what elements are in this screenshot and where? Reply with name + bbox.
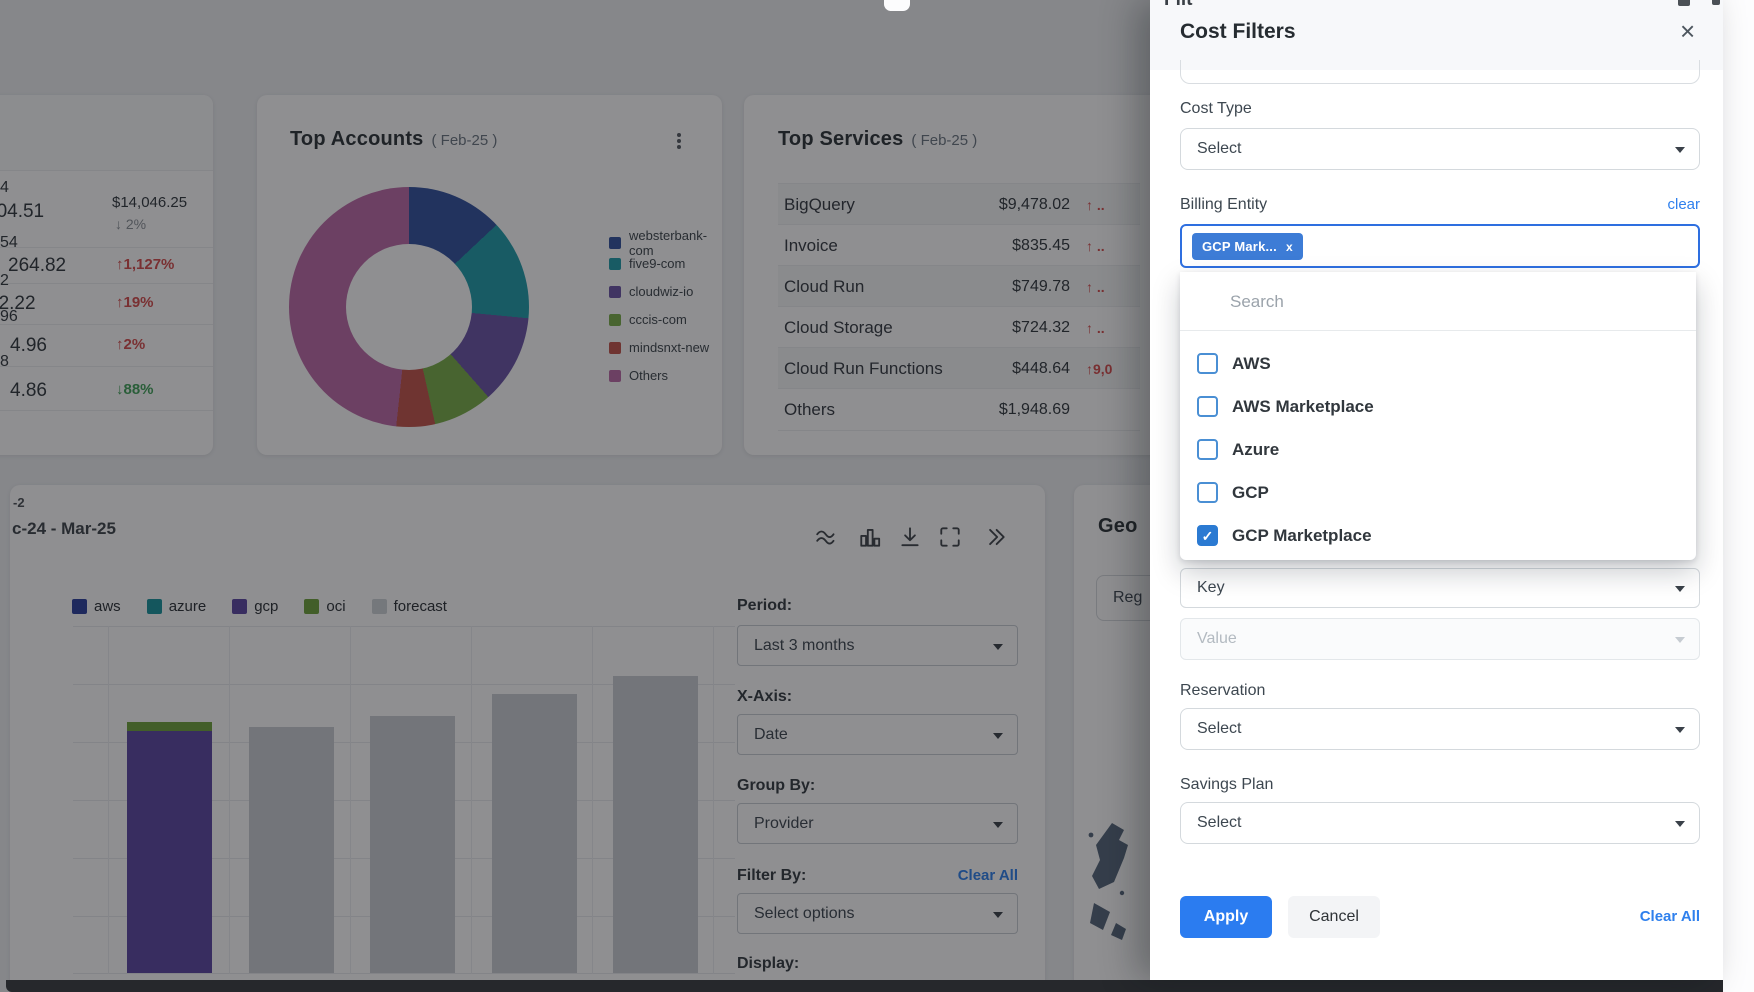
divider <box>1180 330 1696 331</box>
chevron-down-icon <box>1675 821 1685 827</box>
cancel-button[interactable]: Cancel <box>1288 896 1380 938</box>
savings-plan-select[interactable]: Select <box>1180 802 1700 844</box>
checkbox[interactable] <box>1197 482 1218 503</box>
panel-top-clipped-fragment: Filt <box>1164 0 1193 12</box>
billing-entity-clear-link[interactable]: clear <box>1630 196 1700 213</box>
app-screen: 4 54 2 96 8 204.51 264.82 62.22 4.96 4.8… <box>0 0 1754 992</box>
checkbox[interactable] <box>1197 353 1218 374</box>
window-bottom-edge <box>6 980 1742 992</box>
search-input[interactable] <box>1200 282 1678 322</box>
chevron-down-icon <box>1675 727 1685 733</box>
option-aws[interactable]: AWS <box>1180 342 1696 385</box>
savings-plan-label: Savings Plan <box>1180 776 1273 794</box>
checkbox[interactable] <box>1197 439 1218 460</box>
option-label: Azure <box>1232 440 1279 460</box>
checkbox[interactable] <box>1197 525 1218 546</box>
tag-label: GCP Mark... <box>1202 239 1277 254</box>
cost-filters-panel: Filt Cost Filters × Cost Type Select Bil… <box>1150 0 1723 980</box>
cost-type-select[interactable]: Select <box>1180 128 1700 170</box>
option-label: AWS Marketplace <box>1232 397 1374 417</box>
close-icon[interactable]: × <box>1680 18 1695 44</box>
panel-title: Cost Filters <box>1180 20 1296 44</box>
cost-type-value: Select <box>1197 140 1241 158</box>
cost-type-label: Cost Type <box>1180 100 1252 118</box>
option-gcp[interactable]: GCP <box>1180 471 1696 514</box>
value-placeholder: Value <box>1197 630 1237 648</box>
clipped-icon-fragment <box>1678 0 1690 6</box>
checkbox[interactable] <box>1197 396 1218 417</box>
billing-entity-dropdown: AWS AWS Marketplace Azure GCP GCP Market… <box>1180 272 1696 560</box>
chevron-down-icon <box>1675 637 1685 643</box>
clipped-icon-fragment <box>1712 0 1720 5</box>
key-value: Key <box>1197 579 1225 597</box>
value-select[interactable]: Value <box>1180 618 1700 660</box>
reservation-value: Select <box>1197 720 1241 738</box>
option-gcp-marketplace[interactable]: GCP Marketplace <box>1180 514 1696 557</box>
popover-top-fragment <box>884 0 910 11</box>
chevron-down-icon <box>1675 586 1685 592</box>
tag-remove-icon[interactable]: x <box>1286 240 1293 254</box>
reservation-label: Reservation <box>1180 682 1265 700</box>
reservation-select[interactable]: Select <box>1180 708 1700 750</box>
billing-entity-multiselect[interactable]: GCP Mark... x <box>1180 224 1700 268</box>
chevron-down-icon <box>1675 147 1685 153</box>
option-label: AWS <box>1232 354 1271 374</box>
key-select[interactable]: Key <box>1180 568 1700 608</box>
option-label: GCP Marketplace <box>1232 526 1372 546</box>
clear-all-link[interactable]: Clear All <box>1590 908 1700 925</box>
window-right-margin <box>1723 0 1754 992</box>
option-azure[interactable]: Azure <box>1180 428 1696 471</box>
apply-button[interactable]: Apply <box>1180 896 1272 938</box>
scrolled-field-fragment <box>1180 60 1700 84</box>
billing-entity-label: Billing Entity <box>1180 196 1267 214</box>
selected-filter-tag[interactable]: GCP Mark... x <box>1192 233 1303 260</box>
option-aws-marketplace[interactable]: AWS Marketplace <box>1180 385 1696 428</box>
option-label: GCP <box>1232 483 1269 503</box>
savings-plan-value: Select <box>1197 814 1241 832</box>
